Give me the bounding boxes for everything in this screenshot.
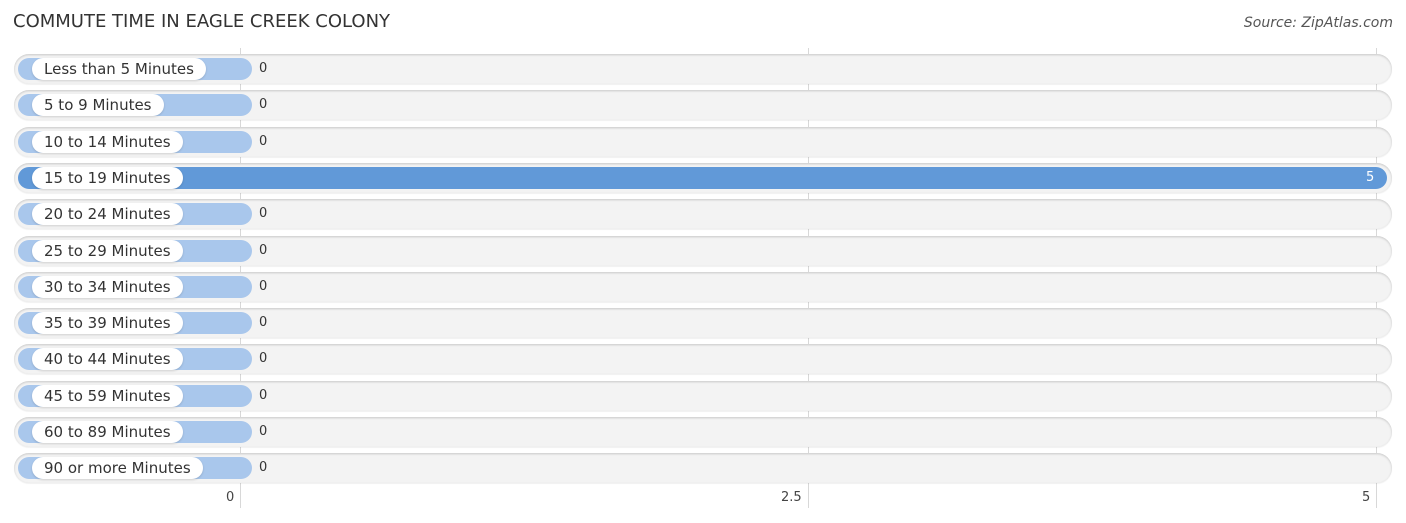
- category-label: 20 to 24 Minutes: [32, 203, 183, 225]
- x-tick-label: 0: [226, 490, 235, 505]
- category-label: 30 to 34 Minutes: [32, 276, 183, 298]
- bar-chart: Less than 5 Minutes 0 5 to 9 Minutes 0 10 to…: [0, 0, 1406, 523]
- category-label: 40 to 44 Minutes: [32, 348, 183, 370]
- category-label: 35 to 39 Minutes: [32, 312, 183, 334]
- value-label: 0: [259, 97, 268, 112]
- bar[interactable]: [18, 167, 1387, 189]
- value-label: 0: [259, 315, 268, 330]
- category-label: 10 to 14 Minutes: [32, 131, 183, 153]
- category-label: 90 or more Minutes: [32, 457, 203, 479]
- category-label: 60 to 89 Minutes: [32, 421, 183, 443]
- value-label: 0: [259, 424, 268, 439]
- x-tick-label: 2.5: [781, 490, 802, 505]
- category-label: Less than 5 Minutes: [32, 58, 206, 80]
- value-label: 5: [1366, 170, 1375, 185]
- x-tick-label: 5: [1362, 490, 1371, 505]
- category-label: 15 to 19 Minutes: [32, 167, 183, 189]
- category-label: 5 to 9 Minutes: [32, 94, 164, 116]
- value-label: 0: [259, 460, 268, 475]
- value-label: 0: [259, 243, 268, 258]
- value-label: 0: [259, 134, 268, 149]
- value-label: 0: [259, 351, 268, 366]
- category-label: 45 to 59 Minutes: [32, 385, 183, 407]
- category-label: 25 to 29 Minutes: [32, 240, 183, 262]
- value-label: 0: [259, 388, 268, 403]
- value-label: 0: [259, 279, 268, 294]
- value-label: 0: [259, 206, 268, 221]
- value-label: 0: [259, 61, 268, 76]
